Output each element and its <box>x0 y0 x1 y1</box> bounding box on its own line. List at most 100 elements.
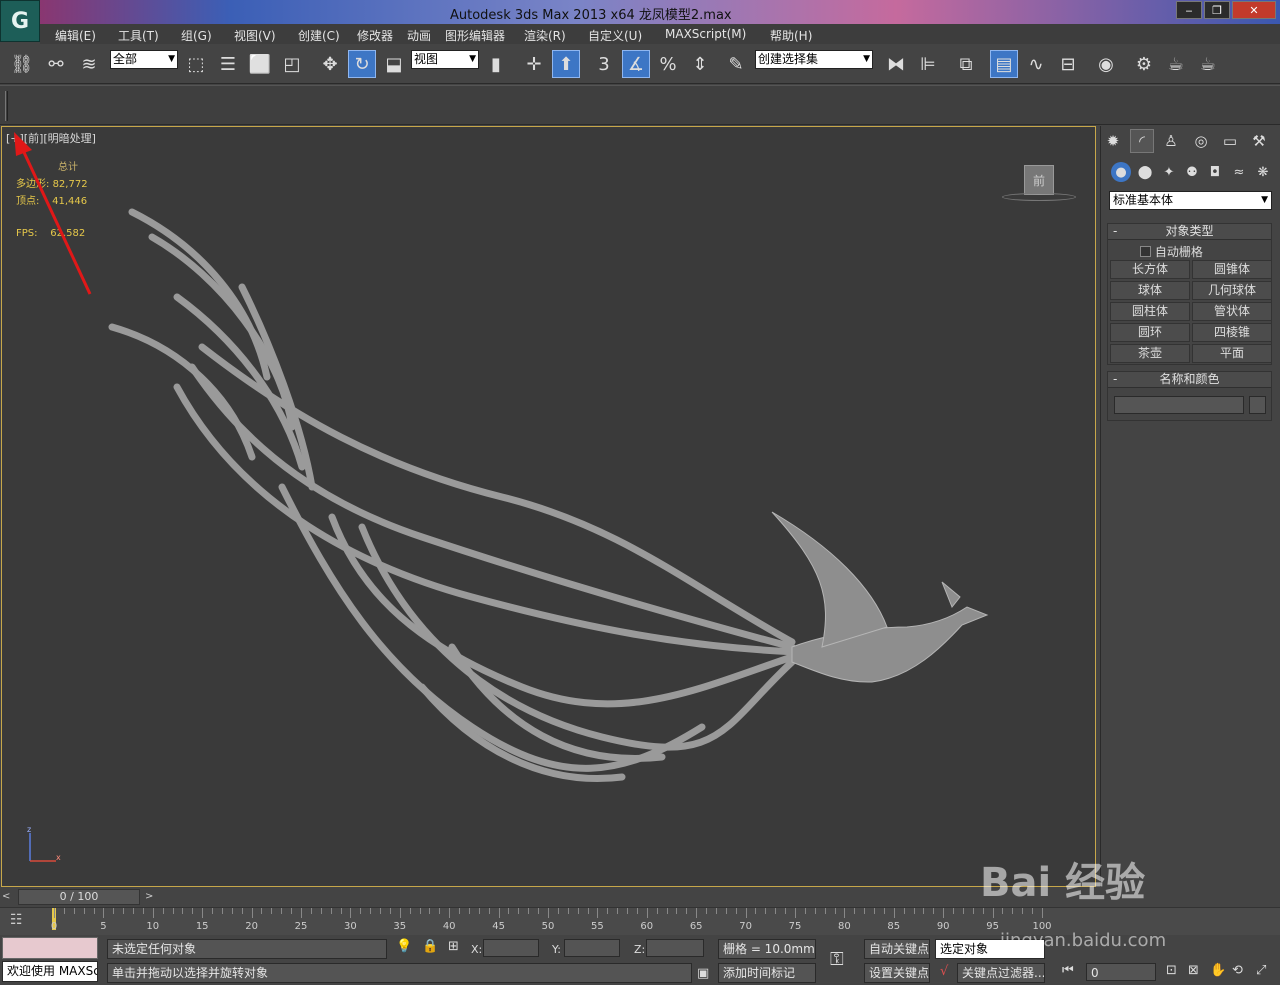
graphite-ribbon-icon[interactable]: ▤ <box>990 50 1018 78</box>
systems-icon[interactable]: ❋ <box>1253 162 1273 182</box>
name-color-header[interactable]: - 名称和颜色 <box>1108 372 1271 388</box>
time-slider-thumb[interactable]: 0 / 100 <box>18 889 140 905</box>
selection-filter-dropdown[interactable]: 全部 ▼ <box>110 50 178 69</box>
key-filters-button[interactable]: 关键点过滤器... <box>957 963 1045 983</box>
front-viewport[interactable]: [+][前][明暗处理] 总计 多边形: 82,772 顶点: 41,446 F… <box>1 126 1096 887</box>
bind-spacewarp-icon[interactable]: ≋ <box>75 50 103 78</box>
lights-icon[interactable]: ✦ <box>1159 162 1179 182</box>
render-setup-icon[interactable]: ⚙ <box>1130 50 1158 78</box>
sphere-button[interactable]: 球体 <box>1110 281 1190 300</box>
maximize-button[interactable]: ❐ <box>1204 1 1230 19</box>
auto-grid-checkbox[interactable]: 自动栅格 <box>1140 243 1203 260</box>
pivot-center-icon[interactable]: ▮ <box>482 50 510 78</box>
named-selection-dropdown[interactable]: 创建选择集 ▼ <box>755 50 873 69</box>
layer-manager-icon[interactable]: ⧉ <box>952 50 980 78</box>
cameras-icon[interactable]: ⚉ <box>1182 162 1202 182</box>
modify-tab-icon[interactable]: ◜ <box>1130 129 1154 153</box>
object-name-input[interactable] <box>1114 396 1244 414</box>
tube-button[interactable]: 管状体 <box>1192 302 1272 321</box>
minimize-button[interactable]: ‒ <box>1176 1 1202 19</box>
menu-customize[interactable]: 自定义(U) <box>588 27 642 44</box>
key-icon[interactable]: ⚿ <box>830 949 844 970</box>
menu-modifiers[interactable]: 修改器 <box>357 27 393 44</box>
snaps-toggle-icon[interactable]: 3 <box>590 50 618 78</box>
menu-create[interactable]: 创建(C) <box>298 27 340 44</box>
maxscript-listener-mini[interactable] <box>2 937 98 959</box>
absolute-mode-icon[interactable]: ⊞ <box>448 939 459 954</box>
box-button[interactable]: 长方体 <box>1110 260 1190 279</box>
zoom-extents-icon[interactable]: ⊡ <box>1166 963 1177 978</box>
keyboard-shortcut-override-icon[interactable]: ⬆ <box>552 50 580 78</box>
set-key-button[interactable]: 设置关键点 <box>864 963 930 983</box>
geometry-icon[interactable]: ● <box>1111 162 1131 182</box>
maximize-viewport-icon[interactable]: ⤢ <box>1256 963 1266 978</box>
scale-icon[interactable]: ⬓ <box>380 50 408 78</box>
rotate-icon[interactable]: ↻ <box>348 50 376 78</box>
add-time-tag-button[interactable]: 添加时间标记 <box>718 963 816 983</box>
percent-snap-icon[interactable]: % <box>654 50 682 78</box>
menu-view[interactable]: 视图(V) <box>234 27 276 44</box>
select-by-name-icon[interactable]: ☰ <box>214 50 242 78</box>
ribbon-handle[interactable] <box>5 91 8 121</box>
menu-rendering[interactable]: 渲染(R) <box>524 27 566 44</box>
cylinder-button[interactable]: 圆柱体 <box>1110 302 1190 321</box>
rendered-frame-icon[interactable]: ☕ <box>1162 50 1190 78</box>
welcome-text[interactable]: 欢迎使用 MAXSci <box>2 961 98 982</box>
prev-frame-arrow-icon[interactable]: < <box>2 891 10 902</box>
app-logo-icon[interactable]: G <box>0 0 40 42</box>
ref-coord-dropdown[interactable]: 视图 ▼ <box>411 50 479 69</box>
spacewarps-icon[interactable]: ≈ <box>1229 162 1249 182</box>
close-button[interactable]: ✕ <box>1232 1 1276 19</box>
mirror-icon[interactable]: ⧓ <box>882 50 910 78</box>
utilities-tab-icon[interactable]: ⚒ <box>1247 129 1271 153</box>
create-tab-icon[interactable]: ✹ <box>1101 129 1125 153</box>
motion-tab-icon[interactable]: ◎ <box>1189 129 1213 153</box>
pyramid-button[interactable]: 四棱锥 <box>1192 323 1272 342</box>
menu-tools[interactable]: 工具(T) <box>118 27 159 44</box>
angle-snap-icon[interactable]: ∡ <box>622 50 650 78</box>
current-frame-input[interactable]: 0 <box>1086 963 1156 981</box>
link-icon[interactable]: ⛓ <box>8 50 36 78</box>
rect-selection-icon[interactable]: ⬜ <box>246 50 274 78</box>
move-icon[interactable]: ✥ <box>316 50 344 78</box>
lock-selection-icon[interactable]: 🔒 <box>422 939 438 954</box>
window-crossing-icon[interactable]: ◰ <box>278 50 306 78</box>
next-frame-arrow-icon[interactable]: > <box>145 891 153 902</box>
display-tab-icon[interactable]: ▭ <box>1218 129 1242 153</box>
teapot-button[interactable]: 茶壶 <box>1110 344 1190 363</box>
curve-editor-icon[interactable]: ∿ <box>1022 50 1050 78</box>
auto-key-button[interactable]: 自动关键点 <box>864 939 930 959</box>
menu-help[interactable]: 帮助(H) <box>770 27 812 44</box>
isolate-selection-icon[interactable]: 💡 <box>396 939 412 954</box>
time-tag-icon[interactable]: ▣ <box>697 966 709 981</box>
edit-named-selection-icon[interactable]: ✎ <box>722 50 750 78</box>
field-of-view-icon[interactable]: ⊠ <box>1188 963 1199 978</box>
geometry-type-dropdown[interactable]: 标准基本体 ▼ <box>1109 191 1272 210</box>
material-editor-icon[interactable]: ◉ <box>1092 50 1120 78</box>
object-color-swatch[interactable] <box>1249 396 1266 414</box>
orbit-icon[interactable]: ⟲ <box>1232 963 1243 978</box>
render-production-icon[interactable]: ☕ <box>1194 50 1222 78</box>
go-to-start-icon[interactable]: ⏮ <box>1062 963 1074 978</box>
torus-button[interactable]: 圆环 <box>1110 323 1190 342</box>
helpers-icon[interactable]: ◘ <box>1205 162 1225 182</box>
object-type-header[interactable]: - 对象类型 <box>1108 224 1271 240</box>
select-object-icon[interactable]: ⬚ <box>182 50 210 78</box>
menu-animation[interactable]: 动画 <box>407 27 431 44</box>
hierarchy-tab-icon[interactable]: ♙ <box>1159 129 1183 153</box>
geosphere-button[interactable]: 几何球体 <box>1192 281 1272 300</box>
plane-button[interactable]: 平面 <box>1192 344 1272 363</box>
spinner-snap-icon[interactable]: ⇕ <box>686 50 714 78</box>
phoenix-model[interactable] <box>2 127 1095 886</box>
x-coord-input[interactable] <box>483 939 539 957</box>
z-coord-input[interactable] <box>646 939 704 957</box>
menu-edit[interactable]: 编辑(E) <box>55 27 96 44</box>
align-icon[interactable]: ⊫ <box>914 50 942 78</box>
menu-group[interactable]: 组(G) <box>181 27 212 44</box>
shapes-icon[interactable]: ⬤ <box>1135 162 1155 182</box>
y-coord-input[interactable] <box>564 939 620 957</box>
pan-hand-icon[interactable]: ✋ <box>1210 963 1226 978</box>
schematic-view-icon[interactable]: ⊟ <box>1054 50 1082 78</box>
cone-button[interactable]: 圆锥体 <box>1192 260 1272 279</box>
manipulate-icon[interactable]: ✛ <box>520 50 548 78</box>
